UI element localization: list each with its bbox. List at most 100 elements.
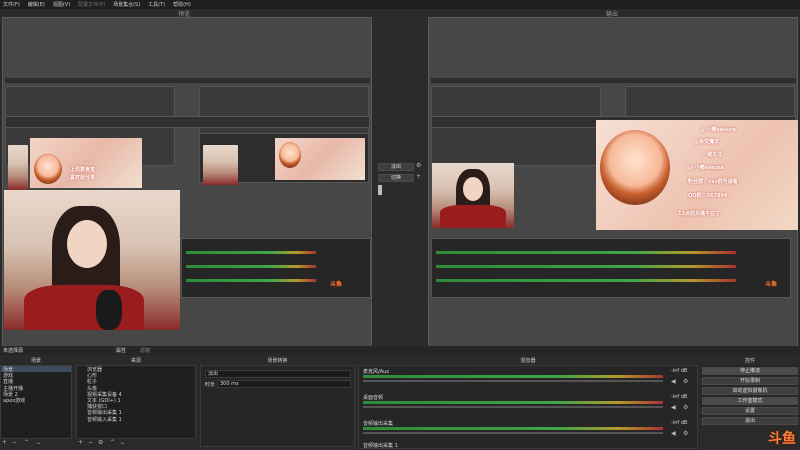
thumb-webcam-1 (8, 145, 28, 190)
scenes-list[interactable]: 场景 游戏 直播 主播开播 场景 2 apex游戏 (0, 365, 72, 439)
no-source-label: 未选择源 (3, 348, 24, 354)
t-bar-handle[interactable] (378, 185, 382, 195)
preview-webcam (4, 190, 180, 330)
face-shape (463, 177, 483, 201)
controls-panel: 停止推流 开始录制 启动虚拟摄像机 工作室模式 设置 退出 (702, 365, 798, 425)
move-up-icon[interactable]: ⌃ (110, 440, 115, 446)
nested-meter-3 (186, 279, 316, 282)
move-up-icon[interactable]: ⌃ (24, 440, 29, 446)
overlay-banner-left: 上周粥食堂 喜欢就分享 (30, 138, 142, 188)
status-row: 未选择源 属性 滤镜 (0, 346, 800, 355)
mixer-channel-db: -inf dB (671, 420, 688, 426)
banner-line-1: @ 小樱sakura (700, 127, 736, 133)
sources-list[interactable]: 浏览器 心形 粒子 头像 视频采集设备 4 文本 (GDI+) 1 捕获窗口 音… (76, 365, 196, 439)
menu-file[interactable]: 文件(F) (3, 1, 20, 8)
nested-meter-2 (186, 265, 316, 268)
anime-character-icon (600, 130, 670, 205)
mixer-dock-title: 混音器 (520, 358, 536, 364)
nested-strip (5, 116, 370, 128)
menu-profile[interactable]: 配置文件(P) (78, 1, 105, 8)
overlay-banner-mid (275, 138, 365, 180)
nested-mixer (431, 238, 791, 298)
speaker-icon[interactable]: ◀ (671, 405, 676, 411)
filters-button[interactable]: 滤镜 (140, 347, 150, 354)
controls-dock-title: 控件 (744, 358, 755, 364)
add-icon[interactable]: + (416, 174, 421, 180)
speaker-icon[interactable]: ◀ (671, 379, 676, 385)
scenes-dock-title: 场景 (30, 358, 41, 364)
gear-icon[interactable]: ⚙ (683, 379, 688, 385)
face-shape (67, 220, 107, 268)
volume-slider[interactable] (363, 406, 663, 408)
stop-streaming-button[interactable]: 停止推流 (702, 367, 798, 375)
nested-meter-1 (186, 251, 316, 254)
mixer-channel-name: 桌面音频 (363, 395, 384, 401)
menu-view[interactable]: 视图(V) (53, 1, 70, 8)
remove-source-icon[interactable]: − (88, 440, 93, 446)
banner-line-6: QQ群：567894 (688, 193, 728, 199)
menu-help[interactable]: 帮助(H) (173, 1, 191, 8)
banner-line-3: 一键关注 (702, 152, 723, 158)
nested-toolbar (431, 78, 796, 83)
program-webcam (432, 163, 514, 228)
gear-icon[interactable]: ⚙ (683, 405, 688, 411)
speaker-icon[interactable]: ◀ (671, 431, 676, 437)
transitions-dock-title: 场景转换 (267, 358, 288, 364)
anime-character-icon (34, 154, 62, 184)
virtual-camera-button[interactable]: 启动虚拟摄像机 (702, 387, 798, 395)
exit-button[interactable]: 退出 (702, 417, 798, 425)
watermark-small-right: 斗鱼 (765, 281, 778, 288)
mixer-channel-name: 音频输出采集 (363, 421, 394, 427)
gear-icon[interactable]: ⚙ (683, 431, 688, 437)
volume-meter (363, 375, 663, 378)
duration-label: 时长 (205, 382, 216, 388)
add-scene-icon[interactable]: + (2, 440, 7, 446)
switch-transition-button[interactable]: 切换 (378, 174, 414, 182)
menu-bar: 文件(F) 编辑(E) 视图(V) 配置文件(P) 场景集合(S) 工具(T) … (0, 0, 800, 9)
menu-edit[interactable]: 编辑(E) (28, 1, 45, 8)
duration-input[interactable]: 300 ms (217, 380, 351, 388)
nested-meter-2 (436, 265, 736, 268)
menu-tools[interactable]: 工具(T) (148, 1, 165, 8)
source-settings-icon[interactable]: ⚙ (98, 440, 103, 446)
remove-scene-icon[interactable]: − (12, 440, 17, 446)
mixer-channel-name: 麦克风/Aux (363, 369, 390, 375)
scene-item[interactable]: apex游戏 (1, 397, 71, 403)
settings-button[interactable]: 设置 (702, 407, 798, 415)
volume-slider[interactable] (363, 380, 663, 382)
volume-meter (363, 401, 663, 404)
move-down-icon[interactable]: ⌄ (36, 440, 41, 446)
nested-toolbar (5, 78, 370, 83)
source-item[interactable]: 音频输入采集 1 (77, 416, 195, 422)
watermark-small: 斗鱼 (330, 281, 343, 288)
mixer-channel-db: -inf dB (671, 368, 688, 374)
transition-select[interactable]: 淡出 (205, 370, 351, 378)
studio-mode-button[interactable]: 工作室模式 (702, 397, 798, 405)
banner-line-2: 喜欢就分享 (70, 175, 96, 181)
thumb-webcam-3 (203, 145, 238, 185)
properties-button[interactable]: 属性 (116, 347, 126, 354)
shirt-shape (440, 205, 506, 228)
banner-line-1: 上周粥食堂 (70, 167, 96, 173)
gear-icon[interactable]: ⚙ (416, 163, 421, 169)
nested-meter-1 (436, 251, 736, 254)
transitions-panel: 淡出 时长 300 ms (200, 365, 355, 447)
nested-meter-3 (436, 279, 736, 282)
mixer-panel: 麦克风/Aux -inf dB ◀ ⚙ 桌面音频 -inf dB ◀ ⚙ 音频输… (358, 365, 698, 449)
banner-line-7: 12点前关播不在了 (678, 211, 720, 217)
douyu-watermark: 斗鱼 (768, 431, 796, 447)
nested-mixer (181, 238, 371, 298)
overlay-banner-right: @ 小樱sakura @会变魔法 一键关注 @ 小樱sakura 粉丝群：xxx… (596, 120, 798, 230)
volume-meter (363, 427, 663, 430)
anime-character-icon (279, 142, 301, 168)
volume-slider[interactable] (363, 432, 663, 434)
sources-dock-title: 来源 (130, 358, 141, 364)
mixer-extra-label: 音频输出采集 1 (363, 443, 398, 449)
fade-transition-button[interactable]: 淡出 (378, 163, 414, 171)
menu-scene-collection[interactable]: 场景集合(S) (113, 1, 140, 8)
mixer-channel-db: -inf dB (671, 394, 688, 400)
start-recording-button[interactable]: 开始录制 (702, 377, 798, 385)
microphone-icon (96, 290, 122, 330)
add-source-icon[interactable]: + (78, 440, 83, 446)
move-down-icon[interactable]: ⌄ (120, 440, 125, 446)
